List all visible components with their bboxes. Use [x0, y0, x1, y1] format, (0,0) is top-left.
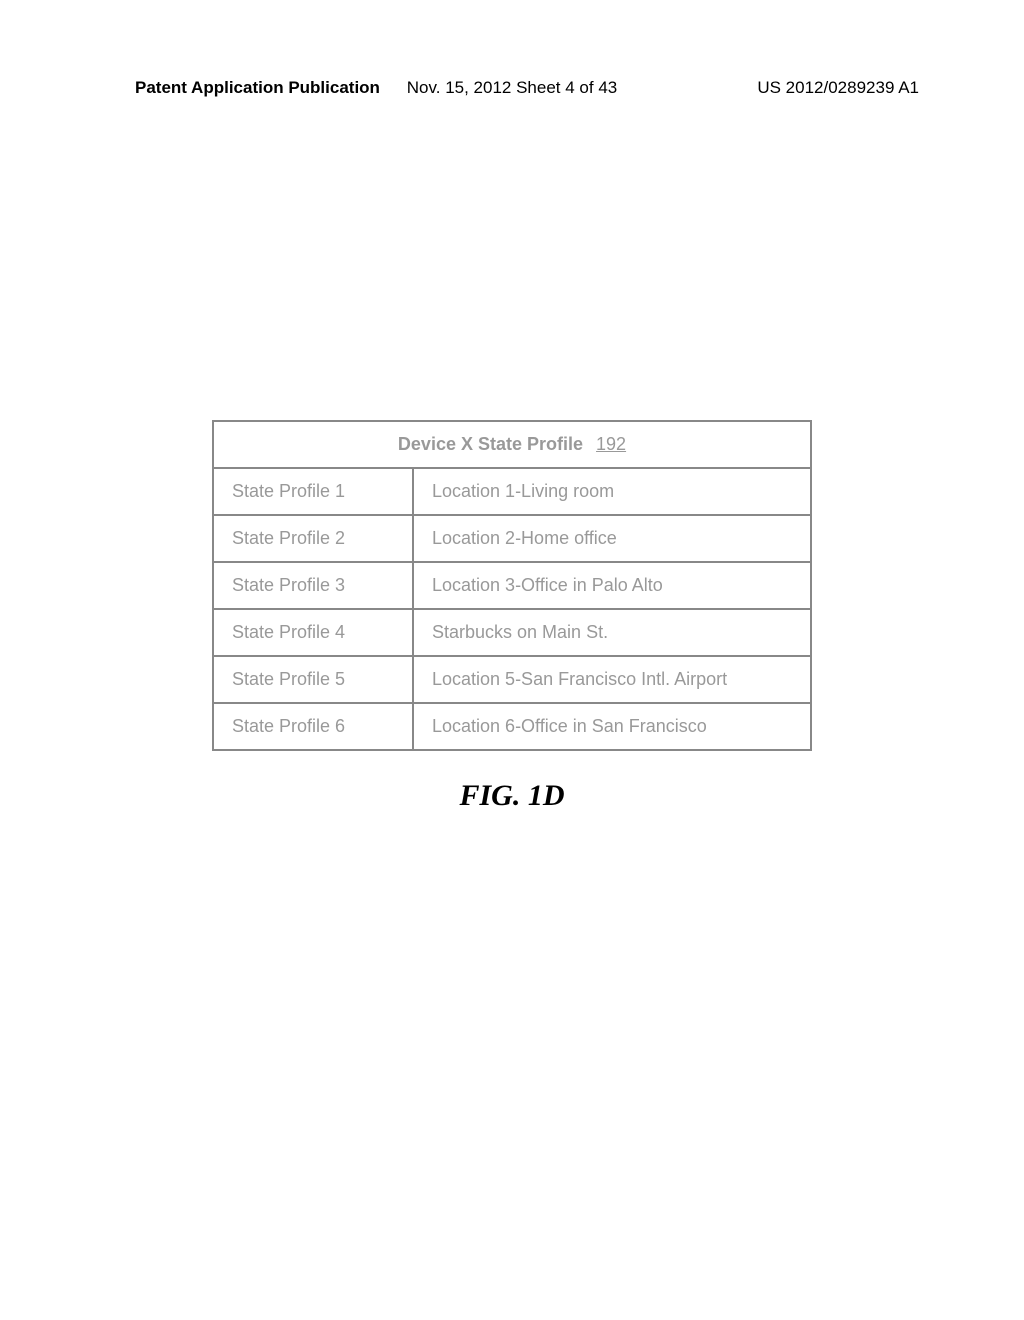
- table-title-cell: Device X State Profile 192: [213, 421, 811, 468]
- profile-cell: State Profile 3: [213, 562, 413, 609]
- header-publication-number: US 2012/0289239 A1: [757, 78, 919, 98]
- table-row: State Profile 6 Location 6-Office in San…: [213, 703, 811, 750]
- table-reference-number: 192: [596, 434, 626, 454]
- table-row: State Profile 4 Starbucks on Main St.: [213, 609, 811, 656]
- profile-cell: State Profile 1: [213, 468, 413, 515]
- profile-cell: State Profile 4: [213, 609, 413, 656]
- location-cell: Location 1-Living room: [413, 468, 811, 515]
- figure-caption: FIG. 1D: [212, 779, 812, 813]
- header-publication-type: Patent Application Publication: [135, 78, 380, 98]
- state-profile-table: Device X State Profile 192 State Profile…: [212, 420, 812, 751]
- profile-cell: State Profile 6: [213, 703, 413, 750]
- location-cell: Starbucks on Main St.: [413, 609, 811, 656]
- figure-container: Device X State Profile 192 State Profile…: [212, 420, 812, 813]
- table-title: Device X State Profile: [398, 434, 583, 454]
- location-cell: Location 3-Office in Palo Alto: [413, 562, 811, 609]
- table-row: State Profile 5 Location 5-San Francisco…: [213, 656, 811, 703]
- location-cell: Location 2-Home office: [413, 515, 811, 562]
- location-cell: Location 6-Office in San Francisco: [413, 703, 811, 750]
- location-cell: Location 5-San Francisco Intl. Airport: [413, 656, 811, 703]
- table-row: State Profile 3 Location 3-Office in Pal…: [213, 562, 811, 609]
- table-row: State Profile 2 Location 2-Home office: [213, 515, 811, 562]
- profile-cell: State Profile 5: [213, 656, 413, 703]
- page-header: Patent Application Publication Nov. 15, …: [0, 78, 1024, 98]
- table-row: State Profile 1 Location 1-Living room: [213, 468, 811, 515]
- header-date-sheet: Nov. 15, 2012 Sheet 4 of 43: [407, 78, 617, 98]
- profile-cell: State Profile 2: [213, 515, 413, 562]
